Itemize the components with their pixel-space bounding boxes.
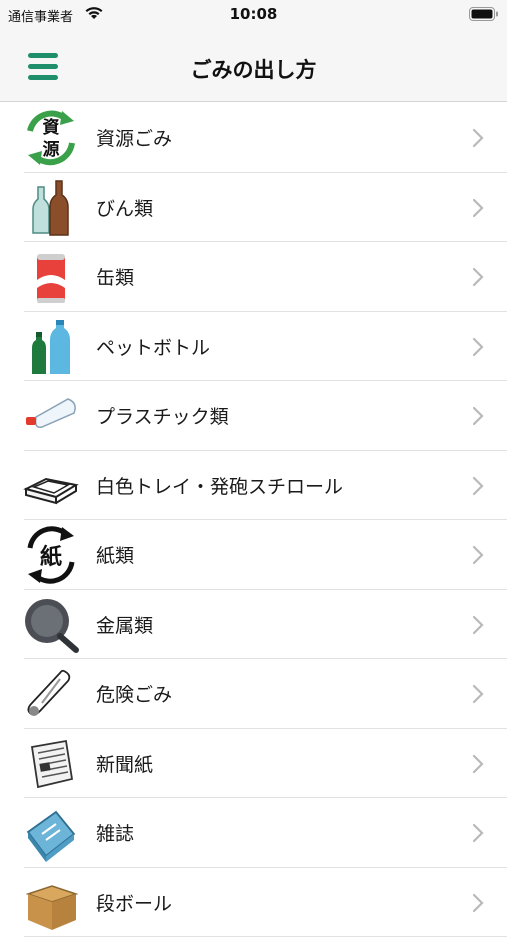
item-label: 雑誌 xyxy=(96,819,134,846)
thermometer-icon xyxy=(22,665,80,723)
list-item-cans[interactable]: 缶類 xyxy=(0,242,507,312)
magazine-icon xyxy=(22,804,80,862)
frying-pan-icon xyxy=(22,596,80,654)
navigation-bar: ごみの出し方 xyxy=(0,32,507,102)
battery-icon xyxy=(469,7,499,21)
list-item-pet-bottles[interactable]: ペットボトル xyxy=(0,312,507,382)
list-item-paper[interactable]: 紙 紙類 xyxy=(0,520,507,590)
list-item-metal[interactable]: 金属類 xyxy=(0,590,507,660)
chevron-right-icon xyxy=(471,544,485,566)
chevron-right-icon xyxy=(471,753,485,775)
pet-bottle-icon xyxy=(22,318,80,376)
chevron-right-icon xyxy=(471,683,485,705)
paper-recycle-icon: 紙 xyxy=(22,526,80,584)
chevron-right-icon xyxy=(471,336,485,358)
chevron-right-icon xyxy=(471,197,485,219)
item-label: プラスチック類 xyxy=(96,402,229,429)
status-bar: 通信事業者 10:08 xyxy=(0,0,507,32)
item-label: 紙類 xyxy=(96,541,134,568)
chevron-right-icon xyxy=(471,405,485,427)
cardboard-box-icon xyxy=(22,874,80,932)
item-label: 缶類 xyxy=(96,263,134,290)
chevron-right-icon xyxy=(471,475,485,497)
recycle-resource-icon: 資 源 xyxy=(22,109,80,167)
chevron-right-icon xyxy=(471,266,485,288)
list-item-resource[interactable]: 資 源 資源ごみ xyxy=(0,103,507,173)
category-list: 資 源 資源ごみ びん類 缶類 ペットボトル xyxy=(0,103,507,937)
item-label: びん類 xyxy=(96,194,153,221)
item-label: 新聞紙 xyxy=(96,750,153,777)
foam-tray-icon xyxy=(22,457,80,515)
newspaper-icon xyxy=(22,735,80,793)
item-label: ペットボトル xyxy=(96,333,210,360)
svg-text:紙: 紙 xyxy=(40,544,62,570)
can-icon xyxy=(22,248,80,306)
chevron-right-icon xyxy=(471,892,485,914)
item-label: 白色トレイ・発砲スチロール xyxy=(96,472,343,499)
list-item-newspaper[interactable]: 新聞紙 xyxy=(0,729,507,799)
list-item-foam-tray[interactable]: 白色トレイ・発砲スチロール xyxy=(0,451,507,521)
svg-text:資: 資 xyxy=(43,118,60,138)
chevron-right-icon xyxy=(471,127,485,149)
list-item-cardboard[interactable]: 段ボール xyxy=(0,868,507,937)
clock: 10:08 xyxy=(0,5,507,23)
page-title: ごみの出し方 xyxy=(0,54,507,84)
list-item-plastics[interactable]: プラスチック類 xyxy=(0,381,507,451)
bottles-icon xyxy=(22,179,80,237)
plastic-bag-icon xyxy=(22,387,80,445)
list-item-magazine[interactable]: 雑誌 xyxy=(0,798,507,868)
item-label: 危険ごみ xyxy=(96,680,172,707)
item-label: 段ボール xyxy=(96,889,172,916)
chevron-right-icon xyxy=(471,822,485,844)
item-label: 資源ごみ xyxy=(96,124,172,151)
item-label: 金属類 xyxy=(96,611,153,638)
list-item-bottles[interactable]: びん類 xyxy=(0,173,507,243)
svg-text:源: 源 xyxy=(43,139,60,160)
list-item-hazardous[interactable]: 危険ごみ xyxy=(0,659,507,729)
chevron-right-icon xyxy=(471,614,485,636)
